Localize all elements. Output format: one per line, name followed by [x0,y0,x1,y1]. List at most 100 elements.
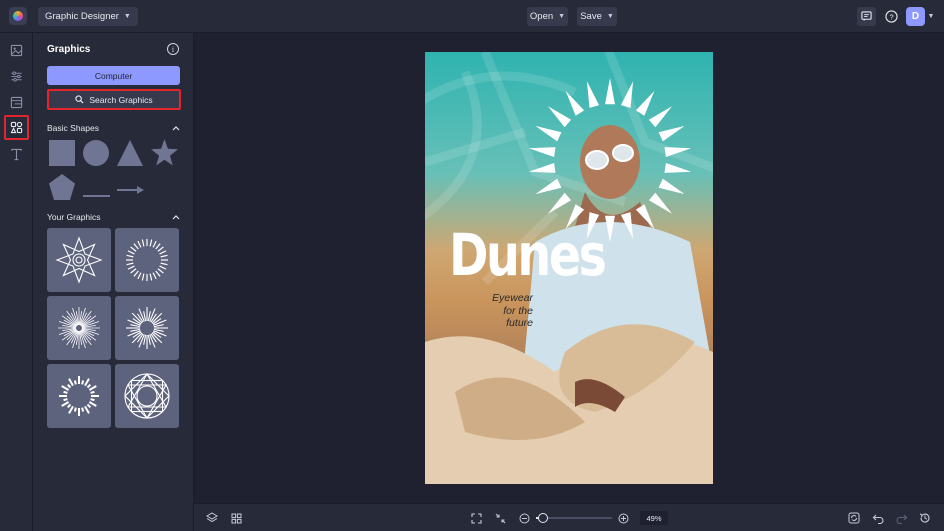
actual-size-button[interactable] [492,510,508,526]
chevron-up-icon [172,215,180,220]
circle-shape[interactable] [83,140,109,171]
basic-shapes-header[interactable]: Basic Shapes [47,123,180,133]
line-shape[interactable] [83,185,110,203]
ray [155,243,161,250]
ray [160,254,168,258]
poster-canvas[interactable]: Dunes Eyewear for the future [425,52,713,484]
arrow-shape[interactable] [117,182,144,200]
graphics-panel: Graphics i Computer Search Graphics Basi… [33,33,194,531]
rail-graphics-button[interactable] [4,115,29,140]
ray [61,385,70,391]
comment-icon [861,11,872,22]
rail-text-button[interactable] [4,142,29,167]
ray [152,272,157,280]
ray [81,407,85,412]
zoom-slider-handle[interactable] [538,513,548,523]
info-icon[interactable]: i [167,43,179,55]
grid-icon [231,513,241,523]
ray [159,250,167,255]
layers-button[interactable] [204,510,220,526]
zoom-slider-track[interactable] [536,513,612,523]
sync-icon [848,512,860,524]
starburst-lines-icon [58,307,100,349]
ray [126,254,134,258]
fit-screen-button[interactable] [468,510,484,526]
pentagon-shape[interactable] [49,174,75,205]
zoom-out-icon [519,513,529,523]
graphic-tile-sunburst-ring[interactable] [115,228,179,292]
sync-button[interactable] [846,510,862,526]
ray [133,243,139,250]
basic-shapes-label: Basic Shapes [47,123,99,133]
history-button[interactable] [917,510,933,526]
ray [61,401,70,407]
ray [90,398,95,402]
graphic-tile-starburst-spikes[interactable] [115,296,179,360]
ray [84,378,90,387]
graphic-tile-dashed-sunburst[interactable] [47,364,111,428]
grid-view-button[interactable] [228,510,244,526]
app-logo[interactable] [9,7,27,25]
svg-text:?: ? [889,12,893,21]
ray [127,250,135,255]
redo-icon [896,514,908,524]
chevron-down-icon: ▼ [558,13,566,20]
tool-rail [0,33,33,531]
ray [133,270,139,277]
zoom-in-icon [618,513,628,523]
ray [141,239,145,247]
graphics-icon [10,121,23,134]
comments-button[interactable] [857,7,876,26]
ray [84,405,90,414]
save-button[interactable]: Save ▼ [577,7,617,26]
graphic-tile-flower[interactable] [47,228,111,292]
rail-layout-button[interactable] [4,90,29,115]
mode-selector[interactable]: Graphic Designer ▼ [38,7,138,26]
search-graphics-button[interactable]: Search Graphics [47,89,181,110]
ray [73,380,77,385]
your-graphics-header[interactable]: Your Graphics [47,212,180,222]
zoom-level[interactable]: 49% [640,511,668,525]
help-button[interactable]: ? [882,7,901,26]
chevron-down-icon: ▼ [606,13,614,20]
graphic-tile-starburst-lines[interactable] [47,296,111,360]
ray [86,403,92,409]
ray [149,239,153,247]
square-shape[interactable] [49,140,75,171]
undo-button[interactable] [870,510,886,526]
rail-adjust-button[interactable] [4,64,29,89]
your-graphics-label: Your Graphics [47,212,101,222]
avatar[interactable]: D [906,7,925,26]
sun-spike [586,81,600,108]
computer-upload-button[interactable]: Computer [47,66,180,85]
ray [68,378,74,387]
layers-icon [206,512,218,523]
graphic-tile-geometric-circle[interactable] [115,364,179,428]
tagline-line-2: for the [503,304,533,317]
account-menu-button[interactable]: ▼ [925,7,937,26]
zoom-in-button[interactable] [615,510,631,526]
search-icon [75,95,84,104]
star-shape[interactable] [151,139,178,171]
top-bar: Graphic Designer ▼ Open ▼ Save ▼ ? D ▼ [0,0,944,33]
sun-spike [635,91,655,116]
mode-label: Graphic Designer [45,11,119,22]
sun-spike [535,125,562,142]
sun-spike [548,106,572,128]
redo-button[interactable] [894,510,910,526]
sliders-icon [11,71,22,82]
starburst-spikes-icon [126,307,168,349]
rail-photo-button[interactable] [4,38,29,63]
ray [88,385,97,391]
help-icon: ? [885,10,898,23]
triangle-shape[interactable] [117,140,143,171]
open-label: Open [529,11,554,22]
poster-tagline[interactable]: Eyewear for the future [492,292,533,330]
zoom-out-button[interactable] [516,510,532,526]
poster-title[interactable]: Dunes [449,226,607,284]
open-button[interactable]: Open ▼ [527,7,568,26]
tagline-line-3: future [506,317,533,329]
history-icon [919,513,930,523]
ray [141,273,145,281]
ray [130,246,137,252]
